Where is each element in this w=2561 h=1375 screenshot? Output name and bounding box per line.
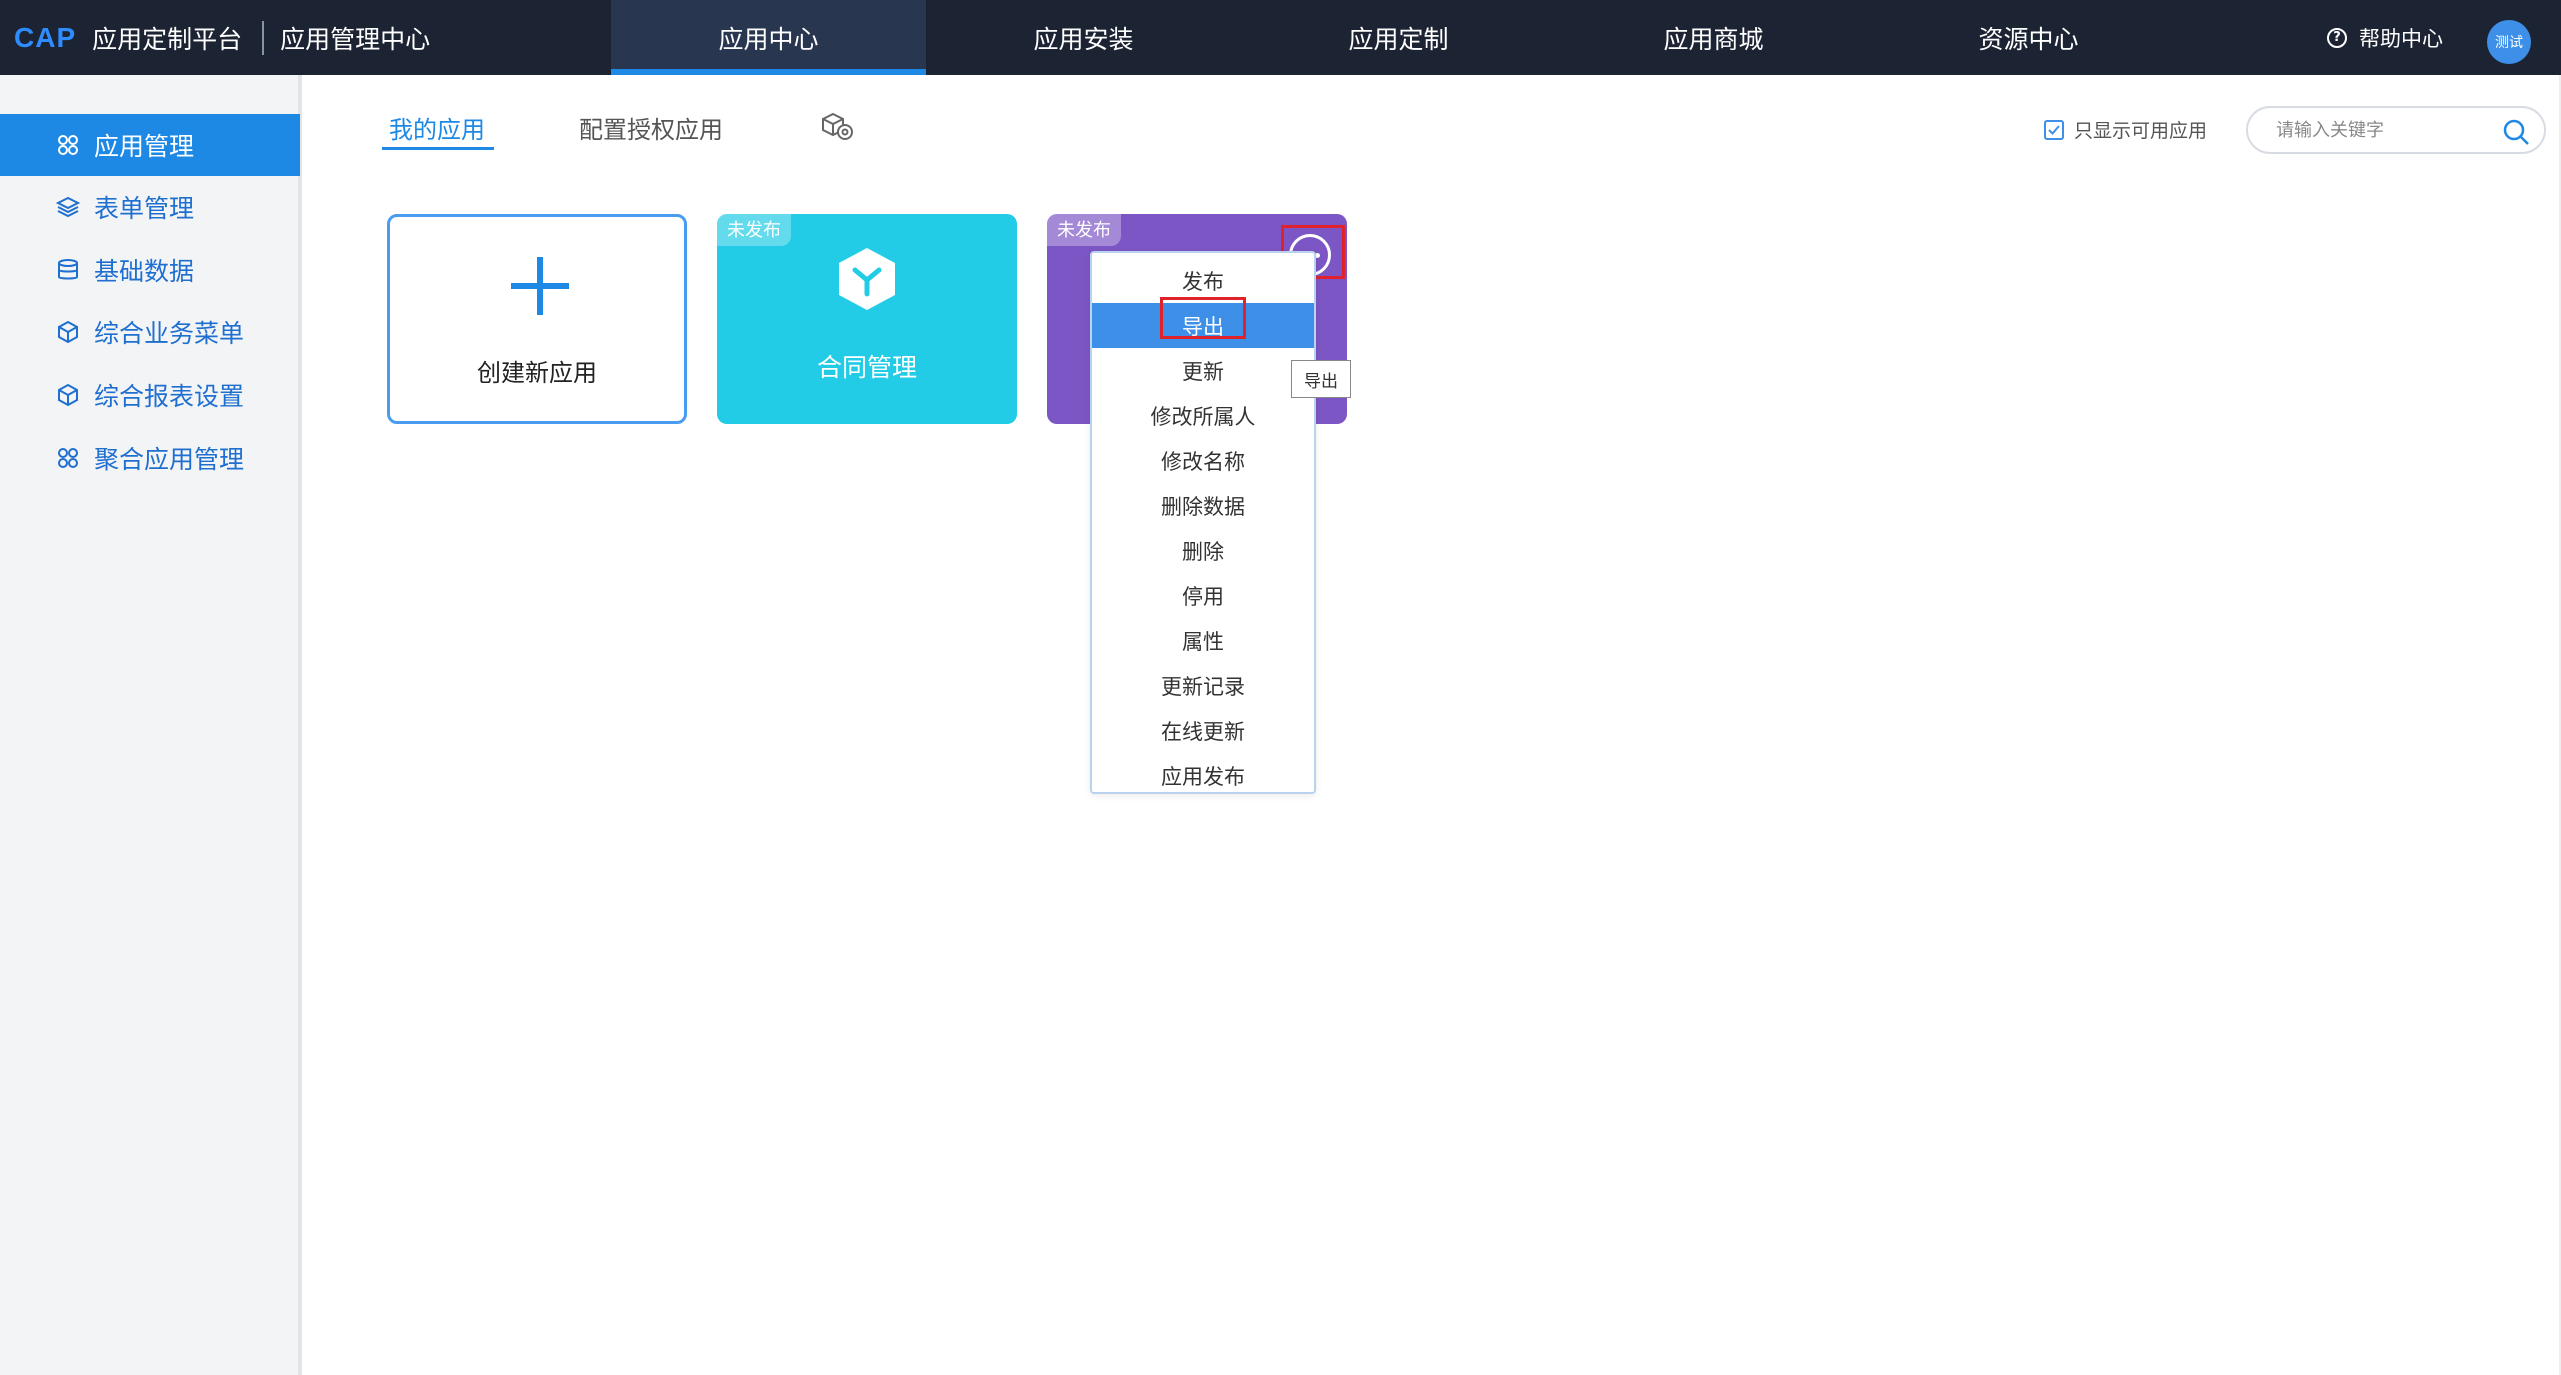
search-icon[interactable] bbox=[2502, 118, 2530, 146]
menu-item-online-update[interactable]: 在线更新 bbox=[1092, 708, 1314, 753]
only-available-toggle[interactable]: 只显示可用应用 bbox=[2044, 116, 2207, 143]
menu-item-change-owner[interactable]: 修改所属人 bbox=[1092, 393, 1314, 438]
menu-item-rename[interactable]: 修改名称 bbox=[1092, 438, 1314, 483]
top-bar: CAP 应用定制平台 应用管理中心 应用中心 应用安装 应用定制 应用商城 资源… bbox=[0, 0, 2561, 75]
app-name: 合同管理 bbox=[816, 353, 917, 382]
sidebar-item-label: 综合报表设置 bbox=[94, 382, 245, 411]
tab-my-apps[interactable]: 我的应用 bbox=[389, 110, 485, 145]
menu-item-properties[interactable]: 属性 bbox=[1092, 618, 1314, 663]
platform-title: 应用定制平台 bbox=[92, 24, 243, 54]
create-app-card[interactable]: 创建新应用 bbox=[387, 214, 687, 424]
highlight-box-export bbox=[1160, 297, 1246, 339]
plus-icon bbox=[511, 257, 569, 315]
clover-icon bbox=[58, 135, 78, 155]
help-icon: ? bbox=[2327, 27, 2347, 48]
menu-item-update-log[interactable]: 更新记录 bbox=[1092, 663, 1314, 708]
nav-app-center[interactable]: 应用中心 bbox=[611, 0, 926, 75]
cube-icon bbox=[58, 383, 78, 407]
cube-icon bbox=[58, 320, 78, 344]
sidebar-item-label: 表单管理 bbox=[94, 194, 195, 223]
checkbox-checked[interactable] bbox=[2044, 119, 2064, 140]
sidebar-item-label: 聚合应用管理 bbox=[94, 445, 245, 474]
export-tooltip: 导出 bbox=[1291, 360, 1351, 398]
layers-icon bbox=[56, 196, 80, 218]
database-icon bbox=[58, 259, 78, 280]
cube-settings-icon[interactable] bbox=[820, 112, 854, 142]
check-icon bbox=[2048, 124, 2060, 135]
nav-app-store[interactable]: 应用商城 bbox=[1556, 0, 1871, 75]
center-title: 应用管理中心 bbox=[280, 24, 431, 54]
status-badge: 未发布 bbox=[1047, 214, 1121, 246]
sidebar-item-app-management[interactable]: 应用管理 bbox=[0, 114, 300, 176]
sidebar: 应用管理 表单管理 基础数据 综合业务菜单 综合报表设置 聚合应用管理 bbox=[0, 75, 302, 1375]
sidebar-item-form-management[interactable]: 表单管理 bbox=[0, 176, 300, 238]
sidebar-item-business-menu[interactable]: 综合业务菜单 bbox=[0, 301, 300, 363]
active-tab-underline bbox=[382, 147, 494, 150]
tab-authorized-apps[interactable]: 配置授权应用 bbox=[579, 110, 723, 145]
main-nav: 应用中心 应用安装 应用定制 应用商城 资源中心 bbox=[611, 0, 2186, 75]
clover-icon bbox=[58, 448, 78, 468]
sidebar-item-label: 基础数据 bbox=[94, 257, 195, 286]
status-badge: 未发布 bbox=[717, 214, 791, 246]
nav-resource-center[interactable]: 资源中心 bbox=[1871, 0, 2186, 75]
create-app-label: 创建新应用 bbox=[477, 359, 597, 387]
help-center-link[interactable]: ? 帮助中心 bbox=[2327, 0, 2443, 75]
only-available-label: 只显示可用应用 bbox=[2074, 120, 2208, 142]
menu-item-disable[interactable]: 停用 bbox=[1092, 573, 1314, 618]
nav-app-customize[interactable]: 应用定制 bbox=[1241, 0, 1556, 75]
sidebar-item-report-settings[interactable]: 综合报表设置 bbox=[0, 364, 300, 426]
brand: CAP 应用定制平台 应用管理中心 bbox=[14, 0, 430, 75]
sidebar-item-label: 综合业务菜单 bbox=[94, 319, 245, 348]
menu-item-app-publish[interactable]: 应用发布 bbox=[1092, 753, 1314, 798]
sidebar-item-basic-data[interactable]: 基础数据 bbox=[0, 239, 300, 301]
search-input[interactable] bbox=[2276, 119, 2496, 141]
menu-item-update[interactable]: 更新 bbox=[1092, 348, 1314, 393]
menu-item-delete[interactable]: 删除 bbox=[1092, 528, 1314, 573]
sidebar-item-aggregate-apps[interactable]: 聚合应用管理 bbox=[0, 427, 300, 489]
menu-item-delete-data[interactable]: 删除数据 bbox=[1092, 483, 1314, 528]
cap-logo[interactable]: CAP bbox=[14, 22, 76, 54]
avatar[interactable]: 测试 bbox=[2487, 20, 2531, 64]
sidebar-item-label: 应用管理 bbox=[94, 132, 195, 161]
nav-app-install[interactable]: 应用安装 bbox=[926, 0, 1241, 75]
search-box bbox=[2246, 106, 2546, 154]
hexagon-app-icon bbox=[839, 248, 895, 310]
title-divider bbox=[262, 20, 265, 55]
help-label: 帮助中心 bbox=[2359, 26, 2443, 51]
app-card-contract[interactable]: 未发布 合同管理 bbox=[717, 214, 1017, 424]
